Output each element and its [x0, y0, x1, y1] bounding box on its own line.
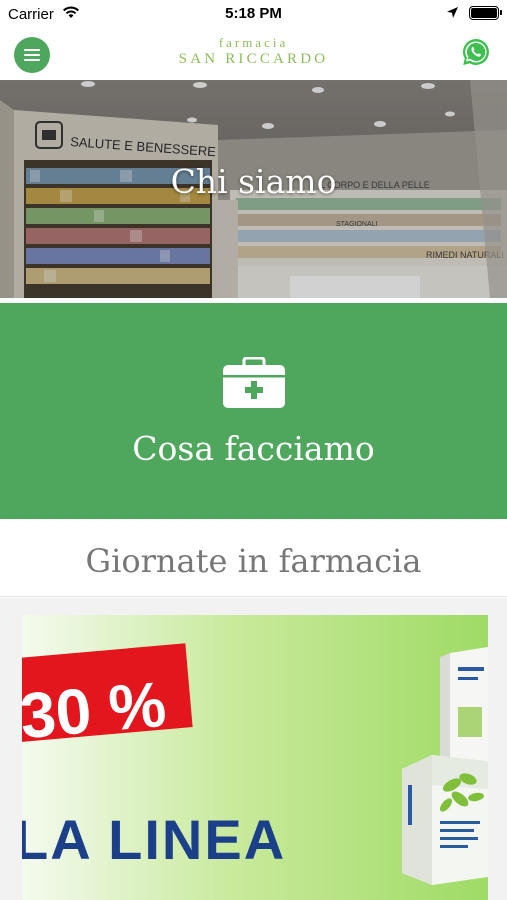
- app-header: farmacia SAN RICCARDO: [0, 28, 507, 80]
- promo-headline: LA LINEA: [22, 808, 287, 871]
- first-aid-kit-icon: [223, 357, 285, 408]
- discount-text: 30 %: [22, 667, 169, 753]
- hero-title: Chi siamo: [170, 162, 337, 201]
- location-arrow-icon: [446, 6, 459, 23]
- promo-section: 30 % LA LINEA: [0, 598, 507, 900]
- services-title: Cosa facciamo: [132, 429, 375, 468]
- events-title: Giornate in farmacia: [85, 542, 422, 580]
- product-box-icon: [440, 647, 488, 763]
- whatsapp-icon: [463, 39, 489, 65]
- logo-text-bottom: SAN RICCARDO: [178, 51, 329, 67]
- logo-text-top: farmacia: [218, 35, 289, 50]
- hero-chi-siamo-banner[interactable]: SALUTE E BENESSERE L CORPO E DELLA PELLE…: [0, 80, 507, 298]
- battery-icon: [469, 6, 502, 20]
- events-section-header[interactable]: Giornate in farmacia: [0, 519, 507, 597]
- promo-banner[interactable]: 30 % LA LINEA: [22, 615, 488, 900]
- status-bar: Carrier 5:18 PM: [0, 0, 507, 28]
- services-banner[interactable]: Cosa facciamo: [0, 303, 507, 519]
- whatsapp-button[interactable]: [461, 37, 491, 67]
- clock: 5:18 PM: [225, 5, 282, 22]
- product-box-icon: [402, 755, 488, 885]
